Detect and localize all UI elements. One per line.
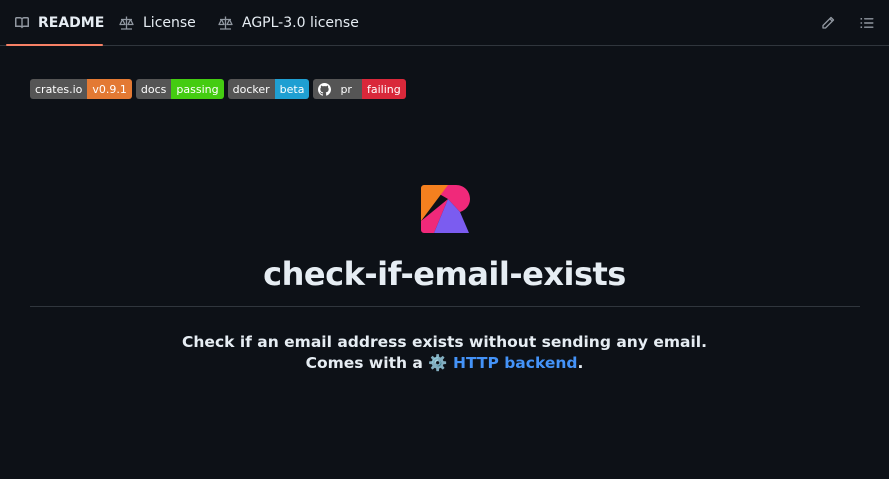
badge-label: pr	[313, 79, 362, 99]
description-line-1: Check if an email address exists without…	[182, 333, 707, 351]
github-icon	[318, 82, 332, 96]
readme-title: check-if-email-exists	[263, 255, 626, 293]
tab-readme-label: README	[38, 15, 105, 31]
crates-io-badge[interactable]: crates.io v0.9.1	[30, 79, 132, 99]
badge-value: v0.9.1	[87, 79, 132, 99]
badge-label: docker	[227, 79, 275, 99]
badge-value: passing	[171, 79, 224, 99]
description-line-2: Comes with a ⚙️ HTTP backend.	[0, 353, 889, 374]
badge-row: crates.io v0.9.1 docs passing docker bet…	[30, 79, 406, 99]
reacher-logo	[421, 185, 470, 233]
list-icon	[860, 18, 874, 28]
docker-badge[interactable]: docker beta	[227, 79, 310, 99]
edit-file-button[interactable]	[818, 13, 838, 33]
pencil-icon	[822, 16, 835, 29]
badge-label: crates.io	[30, 79, 88, 99]
badge-value: failing	[361, 79, 406, 99]
pr-badge[interactable]: pr failing	[313, 79, 406, 99]
badge-label-text: pr	[340, 82, 352, 96]
book-icon	[15, 17, 29, 29]
readme-description: Check if an email address exists without…	[0, 332, 889, 374]
title-divider	[30, 306, 860, 307]
tab-readme[interactable]: README	[14, 0, 104, 46]
tab-agpl-license-label: AGPL-3.0 license	[242, 15, 359, 31]
tab-license-label: License	[143, 15, 196, 31]
scale-icon	[119, 16, 134, 30]
outline-button[interactable]	[857, 13, 877, 33]
tab-agpl-license[interactable]: AGPL-3.0 license	[217, 0, 359, 46]
description-suffix: .	[577, 354, 584, 372]
active-tab-indicator	[6, 44, 103, 46]
tab-license[interactable]: License	[118, 0, 196, 46]
badge-label: docs	[135, 79, 172, 99]
docs-badge[interactable]: docs passing	[135, 79, 224, 99]
scale-icon	[218, 16, 233, 30]
readme-tabbar: README License AGPL-3.0 license	[0, 0, 889, 46]
description-prefix: Comes with a ⚙️	[305, 354, 453, 372]
http-backend-link[interactable]: HTTP backend	[453, 354, 578, 372]
badge-value: beta	[274, 79, 310, 99]
